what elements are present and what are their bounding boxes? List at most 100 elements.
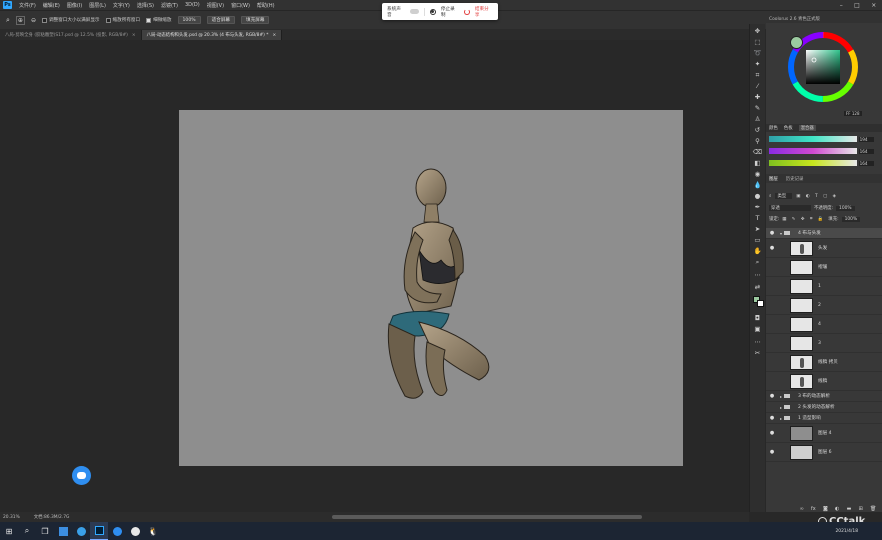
link-layers-icon[interactable]: ∞ (800, 506, 804, 512)
menu-type[interactable]: 文字(Y) (113, 2, 130, 9)
zoom-100-button[interactable]: 100% (177, 16, 201, 24)
new-group-icon[interactable]: ▬ (847, 506, 852, 512)
move-tool-icon[interactable]: ✥ (753, 27, 762, 36)
layer-row[interactable]: 4 (766, 315, 882, 334)
tab-layers[interactable]: 图层 (769, 176, 778, 182)
visibility-eye-icon[interactable]: ● (766, 393, 778, 399)
app-files-icon[interactable] (54, 522, 72, 540)
visibility-eye-icon[interactable]: ● (766, 230, 778, 236)
layer-row[interactable]: 线稿 (766, 372, 882, 391)
marquee-tool-icon[interactable]: ⬚ (753, 38, 762, 47)
background-color-swatch[interactable] (757, 300, 764, 307)
app-photoshop-icon[interactable] (90, 522, 108, 540)
dodge-tool-icon[interactable]: ● (753, 192, 762, 201)
menu-file[interactable]: 文件(F) (19, 2, 36, 9)
document-tab-2[interactable]: 八局-动态结构和头发.psd @ 20.3% (4 布与头发, RGB/8#) … (141, 30, 283, 40)
scrubby-zoom-checkbox[interactable]: 细微缩放 (146, 17, 172, 23)
magic-wand-icon[interactable]: ✦ (753, 60, 762, 69)
end-share-button[interactable]: 结束分享 (475, 6, 493, 18)
menu-window[interactable]: 窗口(W) (231, 2, 250, 9)
chevron-right-icon[interactable]: ▸ (780, 394, 782, 399)
layer-row[interactable]: ● 头发 (766, 239, 882, 258)
swap-colors-icon[interactable]: ⇄ (753, 283, 762, 292)
layer-group-row[interactable]: ● ▾ 4 布与头发 (766, 228, 882, 239)
adjustment-icon[interactable]: ◐ (835, 506, 839, 512)
visibility-eye-icon[interactable]: ● (766, 449, 778, 455)
layer-row[interactable]: ● 图层 6 (766, 443, 882, 462)
menu-layer[interactable]: 图层(L) (89, 2, 106, 9)
zoom-out-icon[interactable]: ⊖ (31, 17, 36, 24)
layer-row[interactable]: 褶皱 (766, 258, 882, 277)
clone-stamp-icon[interactable]: ♙ (753, 115, 762, 124)
healing-brush-icon[interactable]: ✚ (753, 93, 762, 102)
path-select-icon[interactable]: ➤ (753, 225, 762, 234)
zoom-tool-icon[interactable]: ⌕ (753, 258, 762, 267)
shape-tool-icon[interactable]: ▭ (753, 236, 762, 245)
visibility-eye-icon[interactable]: ● (766, 415, 778, 421)
pen-tool-icon[interactable]: ✒ (753, 203, 762, 212)
layer-row[interactable]: 线稿 拷贝 (766, 353, 882, 372)
transform-icon[interactable]: ✂ (753, 349, 762, 358)
layer-row[interactable]: ● 图层 4 (766, 424, 882, 443)
menu-view[interactable]: 视图(V) (207, 2, 224, 9)
menu-image[interactable]: 图像(I) (67, 2, 82, 9)
taskbar-date[interactable]: 2021/4/18 (835, 529, 858, 534)
quick-mask-icon[interactable]: ◘ (753, 314, 762, 323)
zoom-tool-icon[interactable]: ⌕ (6, 16, 10, 25)
color-slider-1[interactable] (769, 136, 857, 142)
app-qq-icon[interactable]: 🐧 (144, 522, 162, 540)
tab-color[interactable]: 颜色 (769, 125, 778, 131)
more-tools-icon[interactable]: ⋯ (753, 271, 762, 280)
taskbar-search-icon[interactable]: ⌕ (18, 522, 36, 540)
tab-history[interactable]: 历史记录 (786, 176, 804, 182)
stamp-icon[interactable]: ⚲ (753, 137, 762, 146)
lock-icons[interactable]: ▦ ✎ ✥ ⌗ 🔒 (782, 216, 825, 222)
gradient-tool-icon[interactable]: ◧ (753, 159, 762, 168)
layer-group-row[interactable]: ▸ 2 头发的动态解析 (766, 402, 882, 413)
layer-row[interactable]: 1 (766, 277, 882, 296)
layer-group-row[interactable]: ● ▸ 3 布的动态解析 (766, 391, 882, 402)
color-slider-2[interactable] (769, 148, 857, 154)
layer-filter-select[interactable]: 类型 (775, 193, 793, 199)
document-canvas[interactable] (179, 110, 683, 466)
chevron-right-icon[interactable]: ▸ (780, 405, 782, 410)
menu-3d[interactable]: 3D(D) (185, 2, 200, 8)
resize-windows-checkbox[interactable]: 调整窗口大小以满屏显示 (41, 17, 100, 23)
chat-bubble-button[interactable] (72, 466, 91, 485)
document-tab-1[interactable]: 八局-剪映全身 (胶粘雕塑)S17.psd @ 12.5% (投影, RGB/8… (0, 30, 142, 40)
horizontal-scrollbar[interactable] (332, 515, 642, 519)
slider-value-1[interactable]: 194 (858, 136, 874, 142)
delete-layer-icon[interactable]: 🗑 (870, 506, 876, 512)
close-tab-icon[interactable]: × (272, 33, 276, 38)
opacity-value[interactable]: 100% (836, 205, 855, 211)
zoom-all-windows-checkbox[interactable]: 缩放所有窗口 (105, 17, 140, 23)
history-brush-icon[interactable]: ↺ (753, 126, 762, 135)
visibility-eye-icon[interactable]: ● (766, 245, 778, 251)
text-tool-icon[interactable]: T (753, 214, 762, 223)
menu-select[interactable]: 选择(S) (137, 2, 154, 9)
layer-row[interactable]: 2 (766, 296, 882, 315)
end-share-icon[interactable] (463, 8, 470, 15)
app-browser-icon[interactable] (72, 522, 90, 540)
zoom-readout[interactable]: 20.31% (3, 515, 20, 520)
fill-value[interactable]: 100% (841, 216, 861, 222)
fit-screen-button[interactable]: 适合屏幕 (206, 16, 236, 24)
crop-tool-icon[interactable]: ⌗ (753, 71, 762, 80)
close-icon[interactable]: × (871, 2, 876, 9)
blur-tool-icon[interactable]: 💧 (753, 181, 762, 190)
current-color-swatch[interactable] (790, 36, 803, 49)
layer-row[interactable]: 3 (766, 334, 882, 353)
slider-value-3[interactable]: 164 (858, 160, 874, 166)
screen-mode-icon[interactable]: ▣ (753, 325, 762, 334)
fill-screen-button[interactable]: 填充屏幕 (241, 16, 270, 24)
system-sound-toggle[interactable] (410, 9, 419, 14)
stop-record-icon[interactable] (429, 8, 436, 15)
chevron-right-icon[interactable]: ▸ (780, 416, 782, 421)
close-tab-icon[interactable]: × (132, 33, 136, 38)
visibility-eye-icon[interactable]: ● (766, 430, 778, 436)
menu-help[interactable]: 帮助(H) (257, 2, 275, 9)
minimize-icon[interactable]: – (840, 2, 843, 9)
color-slider-3[interactable] (769, 160, 857, 166)
blend-mode-select[interactable]: 穿透 (769, 205, 811, 211)
maximize-icon[interactable]: □ (854, 2, 860, 9)
